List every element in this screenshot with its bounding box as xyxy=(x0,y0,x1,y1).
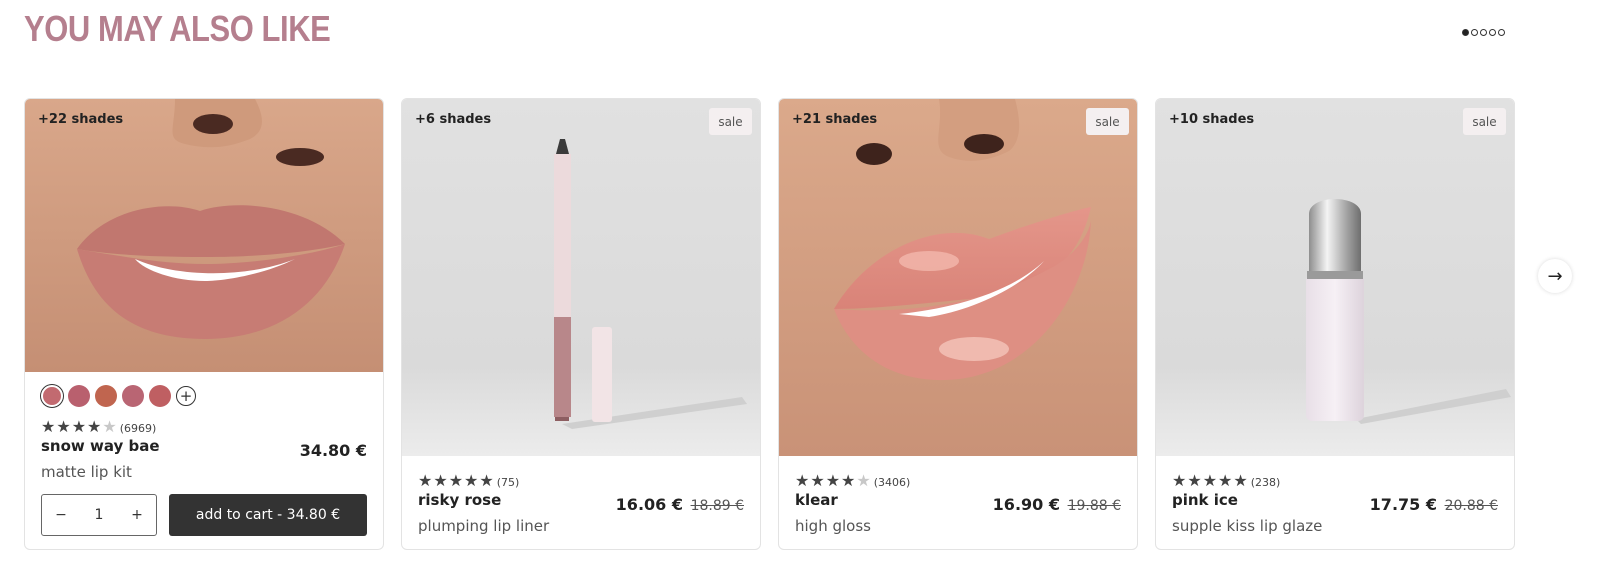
sale-badge: sale xyxy=(1463,108,1506,135)
decrement-button[interactable]: − xyxy=(42,507,80,523)
product-price: 16.06 € 18.89 € xyxy=(616,495,744,514)
original-price: 18.89 € xyxy=(690,498,744,514)
product-type: high gloss xyxy=(795,517,871,535)
stars-icon: ★★★★★ xyxy=(795,471,872,490)
current-price: 16.90 € xyxy=(992,495,1060,514)
arrow-right-icon[interactable]: → xyxy=(1538,259,1572,293)
shade-swatch[interactable] xyxy=(41,385,63,407)
review-count: (6969) xyxy=(119,422,157,435)
star-rating: ★★★★★ (3406) xyxy=(795,471,911,490)
carousel-pager[interactable] xyxy=(1462,29,1505,36)
pager-dot[interactable] xyxy=(1462,29,1469,36)
current-price: 16.06 € xyxy=(615,495,683,514)
pager-dot[interactable] xyxy=(1471,29,1478,36)
product-price: 34.80 € xyxy=(300,441,367,460)
pager-dot[interactable] xyxy=(1498,29,1505,36)
product-image[interactable] xyxy=(402,99,760,456)
stars-icon: ★★★★★ xyxy=(418,471,495,490)
pager-dot[interactable] xyxy=(1489,29,1496,36)
shade-swatch[interactable] xyxy=(68,385,90,407)
current-price: 17.75 € xyxy=(1369,495,1437,514)
stars-icon: ★★★★★ xyxy=(41,417,118,436)
shade-swatches[interactable]: + xyxy=(41,385,196,407)
pager-dot[interactable] xyxy=(1480,29,1487,36)
shade-swatch[interactable] xyxy=(149,385,171,407)
product-card[interactable]: +21 shades sale ★★★★★ (3406) klear high … xyxy=(778,98,1138,550)
star-rating: ★★★★★ (75) xyxy=(418,471,520,490)
quantity-value[interactable]: 1 xyxy=(80,507,118,523)
product-type: plumping lip liner xyxy=(418,517,550,535)
sale-badge: sale xyxy=(709,108,752,135)
star-rating: ★★★★★ (6969) xyxy=(41,417,157,436)
current-price: 34.80 € xyxy=(299,441,367,460)
product-card[interactable]: +6 shades sale ★★★★★ (75) risky rose plu… xyxy=(401,98,761,550)
original-price: 19.88 € xyxy=(1067,498,1121,514)
product-name[interactable]: pink ice xyxy=(1172,491,1238,509)
product-type: matte lip kit xyxy=(41,463,132,481)
product-image[interactable] xyxy=(779,99,1137,456)
star-rating: ★★★★★ (238) xyxy=(1172,471,1281,490)
product-card[interactable]: +22 shades + ★★★★★ (6969) snow way bae m… xyxy=(24,98,384,550)
review-count: (238) xyxy=(1250,476,1281,489)
sale-badge: sale xyxy=(1086,108,1129,135)
shades-count: +10 shades xyxy=(1169,112,1255,127)
section-title: YOU MAY ALSO LIKE xyxy=(24,8,331,49)
original-price: 20.88 € xyxy=(1444,498,1498,514)
plus-icon[interactable]: + xyxy=(176,386,196,406)
product-image[interactable] xyxy=(25,99,383,372)
quantity-stepper[interactable]: − 1 + xyxy=(41,494,157,536)
product-image[interactable] xyxy=(1156,99,1514,456)
add-to-cart-button[interactable]: add to cart - 34.80 € xyxy=(169,494,367,536)
review-count: (75) xyxy=(496,476,520,489)
product-name[interactable]: risky rose xyxy=(418,491,501,509)
product-price: 16.90 € 19.88 € xyxy=(993,495,1121,514)
shade-swatch[interactable] xyxy=(95,385,117,407)
shades-count: +21 shades xyxy=(792,112,878,127)
product-name[interactable]: snow way bae xyxy=(41,437,160,455)
review-count: (3406) xyxy=(873,476,911,489)
increment-button[interactable]: + xyxy=(118,507,156,523)
shade-swatch[interactable] xyxy=(122,385,144,407)
product-type: supple kiss lip glaze xyxy=(1172,517,1323,535)
shades-count: +6 shades xyxy=(415,112,492,127)
product-name[interactable]: klear xyxy=(795,491,838,509)
shades-count: +22 shades xyxy=(38,112,124,127)
stars-icon: ★★★★★ xyxy=(1172,471,1249,490)
product-price: 17.75 € 20.88 € xyxy=(1370,495,1498,514)
product-card[interactable]: +10 shades sale ★★★★★ (238) pink ice sup… xyxy=(1155,98,1515,550)
